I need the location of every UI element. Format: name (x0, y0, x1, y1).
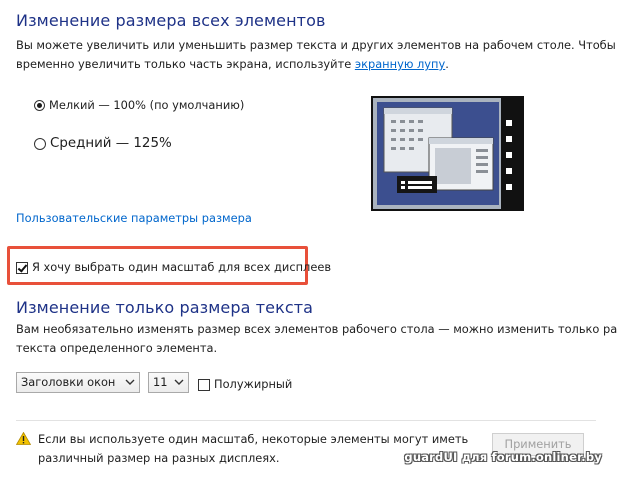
radio-medium[interactable] (34, 137, 46, 150)
bold-label: Полужирный (214, 377, 293, 391)
scale-preview-image (371, 96, 524, 211)
section2-description: Вам необязательно изменять размер всех э… (16, 320, 618, 358)
section-description: Вы можете увеличить или уменьшить размер… (16, 36, 616, 74)
one-scale-checkbox[interactable] (16, 261, 28, 274)
bold-checkbox-row[interactable]: Полужирный (198, 375, 292, 394)
element-select-value: Заголовки окон (21, 375, 116, 389)
size-select-value: 11 (153, 375, 168, 389)
one-scale-checkbox-row[interactable]: Я хочу выбрать один масштаб для всех дис… (16, 258, 331, 277)
radio-small-option[interactable]: Мелкий — 100% (по умолчанию) (34, 96, 244, 115)
radio-small-label: Мелкий — 100% (по умолчанию) (49, 98, 245, 112)
section-title-text-only: Изменение только размера текста (16, 298, 314, 317)
description-text: временно увеличить только часть экрана, … (16, 57, 355, 71)
radio-medium-label: Средний — 125% (50, 136, 172, 151)
warning-line-1: Если вы используете один масштаб, некото… (38, 432, 469, 446)
element-select[interactable]: Заголовки окон (16, 372, 140, 393)
chevron-down-icon (174, 379, 184, 385)
section2-line-2: текста определенного элемента. (16, 341, 218, 355)
chevron-down-icon (125, 379, 135, 385)
bold-checkbox[interactable] (198, 378, 210, 391)
one-scale-label: Я хочу выбрать один масштаб для всех дис… (32, 260, 332, 274)
radio-medium-option[interactable]: Средний — 125% (34, 136, 172, 151)
watermark: guardUI для forum.onliner.by (404, 450, 602, 464)
description-line-2: временно увеличить только часть экрана, … (16, 55, 616, 74)
size-select[interactable]: 11 (148, 372, 189, 393)
divider (16, 420, 596, 421)
description-line-1: Вы можете увеличить или уменьшить размер… (16, 38, 616, 52)
custom-size-link[interactable]: Пользовательские параметры размера (16, 209, 252, 228)
section-title-all-elements: Изменение размера всех элементов (16, 11, 326, 30)
warning-icon (16, 432, 31, 445)
magnifier-link[interactable]: экранную лупу (355, 57, 445, 71)
section2-line-1: Вам необязательно изменять размер всех э… (16, 322, 618, 336)
description-period: . (445, 57, 449, 71)
radio-small[interactable] (34, 100, 45, 111)
